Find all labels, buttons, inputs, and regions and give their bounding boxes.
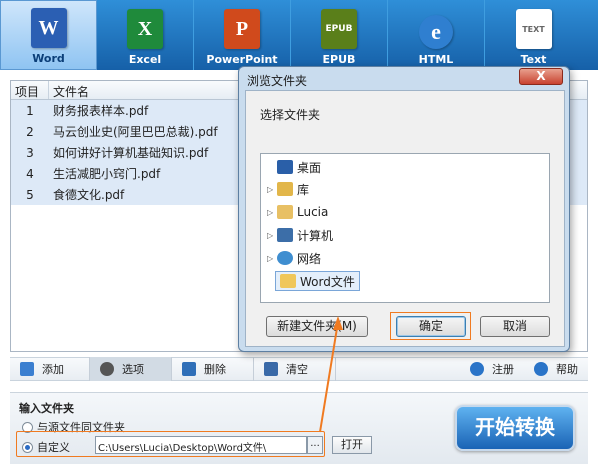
desktop-icon [277,160,293,174]
row-index: 4 [26,166,34,181]
delete-button[interactable]: 删除 [172,357,254,381]
expand-arrow: ▷ [267,253,274,263]
dialog-body: 选择文件夹 桌面 ▷ 库 ▷ Lucia ▷ 计算机 ▷ 网络 Word文件 新… [245,90,565,347]
cancel-button[interactable]: 取消 [480,316,550,337]
tab-label: Word [32,52,65,65]
register-label: 注册 [492,363,514,376]
expand-arrow: ▷ [267,230,274,240]
tree-label: Lucia [297,205,329,219]
add-button[interactable]: 添加 [10,357,90,381]
add-icon [20,362,34,376]
output-folder-title: 输入文件夹 [19,402,74,415]
col-index-header[interactable]: 项目 [11,81,49,99]
tree-label: 网络 [297,251,322,266]
dialog-prompt: 选择文件夹 [260,108,321,122]
library-icon [277,182,293,196]
expand-arrow: ▷ [267,207,274,217]
folder-icon [280,274,296,288]
network-icon [277,251,293,265]
row-index: 2 [26,124,34,139]
start-convert-button[interactable]: 开始转换 [455,405,575,451]
tab-label: HTML [418,53,454,66]
excel-icon: X [127,9,163,49]
options-button[interactable]: 选项 [90,357,172,381]
clear-button[interactable]: 清空 [254,357,336,381]
row-filename: 食德文化.pdf [53,188,125,202]
tree-node-library[interactable]: ▷ 库 [267,179,309,199]
tree-node-user[interactable]: ▷ Lucia [267,202,328,222]
epub-icon: EPUB [321,9,357,49]
help-label: 帮助 [556,363,578,376]
tab-label: Text [520,53,547,66]
tab-excel[interactable]: X Excel [97,0,194,70]
broom-icon [264,362,278,376]
tab-powerpoint[interactable]: P PowerPoint [194,0,291,70]
format-tab-bar: W Word X Excel P PowerPoint EPUB EPUB e … [0,0,598,70]
tree-node-computer[interactable]: ▷ 计算机 [267,225,333,245]
word-icon: W [30,8,67,48]
tree-node-network[interactable]: ▷ 网络 [267,248,321,268]
info-icon [470,362,484,376]
expand-arrow: ▷ [267,184,274,194]
highlight-frame-custom [16,431,325,457]
powerpoint-icon: P [224,9,260,49]
dialog-close-button[interactable]: X [519,68,563,85]
row-filename: 生活减肥小窍门.pdf [53,167,161,181]
row-index: 5 [26,187,34,202]
tab-html[interactable]: e HTML [388,0,485,70]
highlight-frame-ok [390,312,471,340]
tree-node-desktop[interactable]: 桌面 [267,157,321,177]
new-folder-button[interactable]: 新建文件夹(M) [266,316,368,337]
tree-label: 桌面 [297,160,322,175]
action-toolbar: 添加 选项 删除 清空 注册 帮助 [10,357,588,381]
tab-epub[interactable]: EPUB EPUB [291,0,388,70]
tab-label: Excel [128,53,162,66]
html-icon: e [419,15,453,49]
row-filename: 马云创业史(阿里巴巴总裁).pdf [53,125,218,139]
row-filename: 如何讲好计算机基础知识.pdf [53,146,209,160]
open-button[interactable]: 打开 [332,436,372,454]
row-filename: 财务报表样本.pdf [53,104,149,118]
tab-label: EPUB [322,53,356,66]
row-index: 1 [26,103,34,118]
tree-label: Word文件 [300,274,355,289]
computer-icon [277,228,293,242]
delete-label: 删除 [204,363,226,376]
add-label: 添加 [42,363,64,376]
tab-label: PowerPoint [206,53,278,66]
clear-label: 清空 [286,363,308,376]
help-button[interactable]: 帮助 [524,357,588,381]
tree-label: 库 [297,182,310,197]
folder-tree[interactable]: 桌面 ▷ 库 ▷ Lucia ▷ 计算机 ▷ 网络 Word文件 [260,153,550,303]
gear-icon [100,362,114,376]
register-button[interactable]: 注册 [460,357,524,381]
user-folder-icon [277,205,293,219]
tree-node-word-folder[interactable]: Word文件 [275,271,360,291]
help-icon [534,362,548,376]
tree-label: 计算机 [297,228,334,243]
tab-text[interactable]: TEXT Text [485,0,582,70]
text-icon: TEXT [515,9,552,49]
browse-folder-dialog: 浏览文件夹 X 选择文件夹 桌面 ▷ 库 ▷ Lucia ▷ 计算机 ▷ 网络 … [238,66,570,352]
options-label: 选项 [122,363,144,376]
trash-icon [182,362,196,376]
tab-word[interactable]: W Word [0,0,97,70]
row-index: 3 [26,145,34,160]
